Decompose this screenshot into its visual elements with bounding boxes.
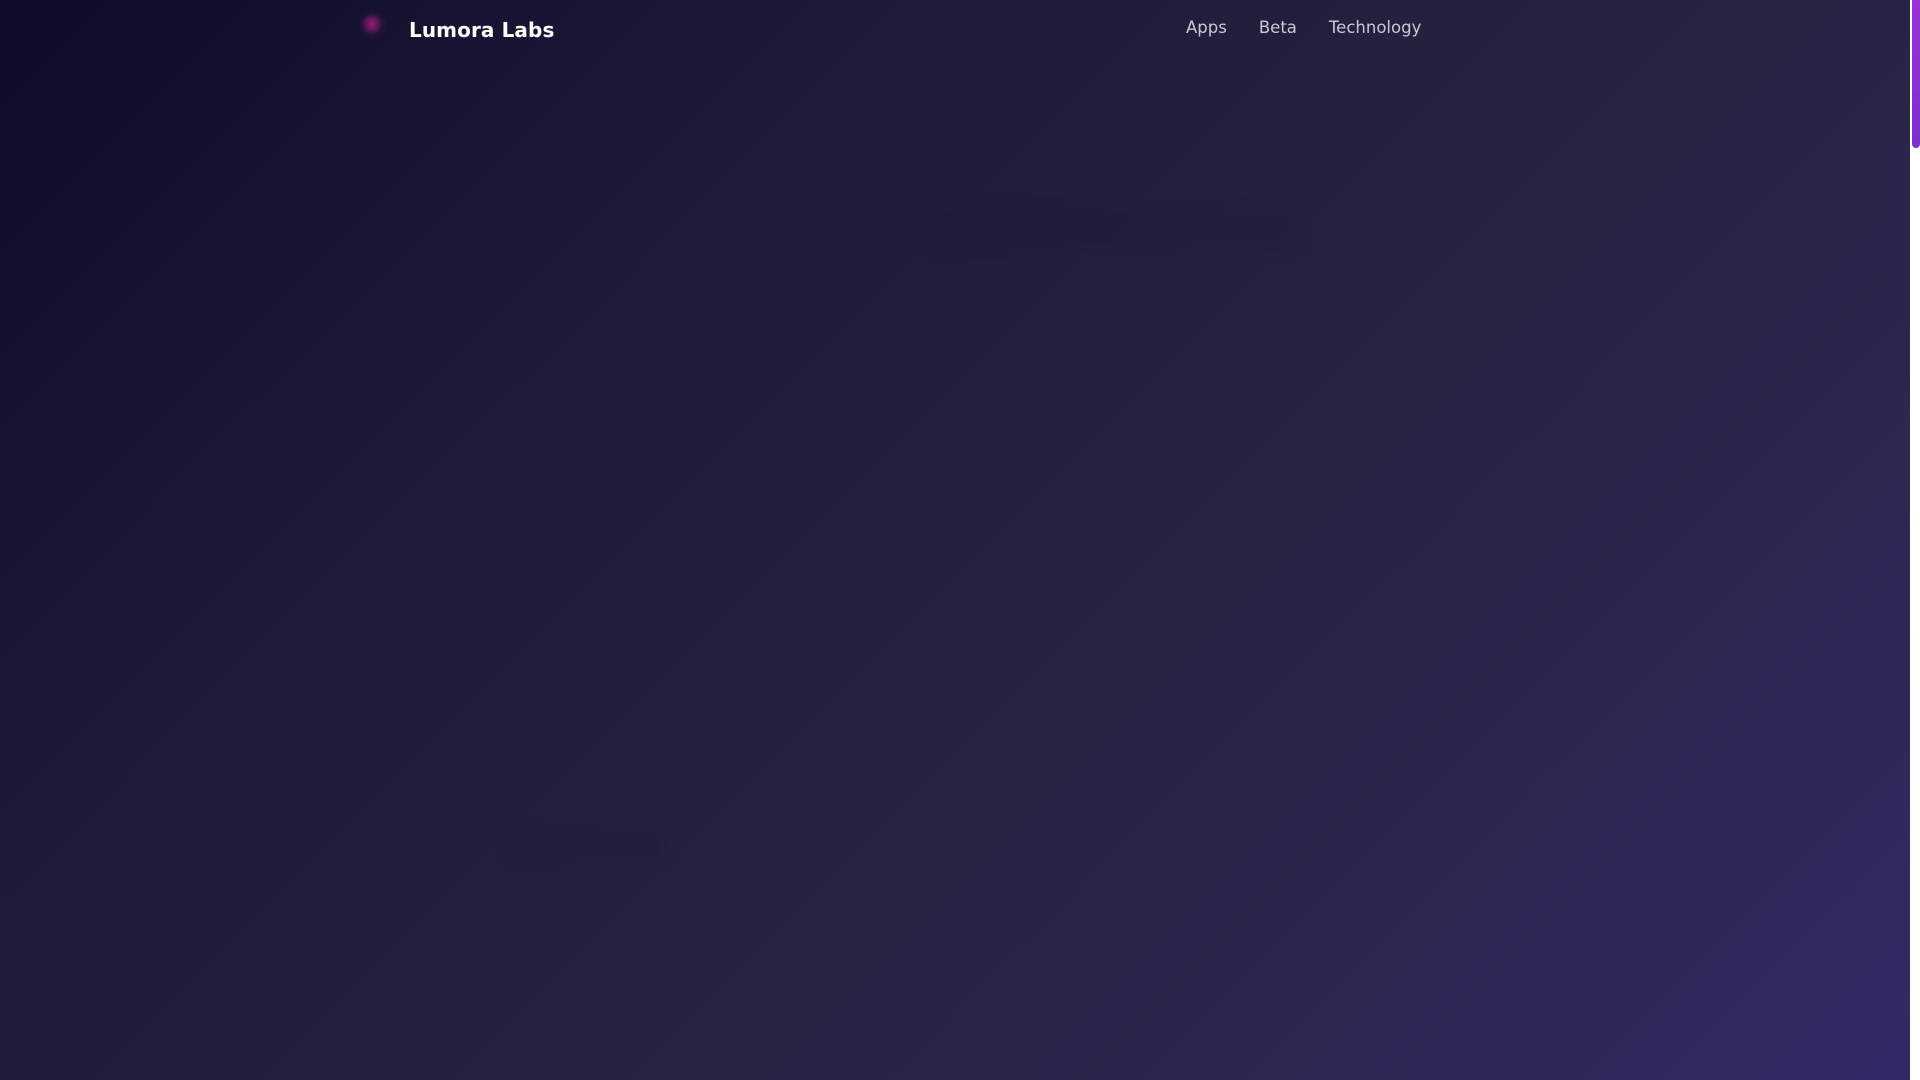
nav-link-apps[interactable]: Apps <box>1186 18 1227 37</box>
vertical-scrollbar[interactable] <box>1910 0 1920 1080</box>
brand[interactable]: Lumora Labs <box>362 12 554 48</box>
brand-name: Lumora Labs <box>409 18 555 42</box>
main-nav: Apps Beta Technology <box>1186 18 1421 37</box>
faint-secondary-shape <box>505 828 665 862</box>
nav-link-technology[interactable]: Technology <box>1329 18 1421 37</box>
page: Lumora Labs Apps Beta Technology <box>0 0 1920 1080</box>
faint-hero-shape <box>920 208 1300 248</box>
nav-link-beta[interactable]: Beta <box>1259 18 1297 37</box>
scrollbar-thumb[interactable] <box>1912 0 1920 148</box>
orb-logo-icon <box>362 14 384 36</box>
top-navigation-bar: Lumora Labs Apps Beta Technology <box>0 0 1910 60</box>
